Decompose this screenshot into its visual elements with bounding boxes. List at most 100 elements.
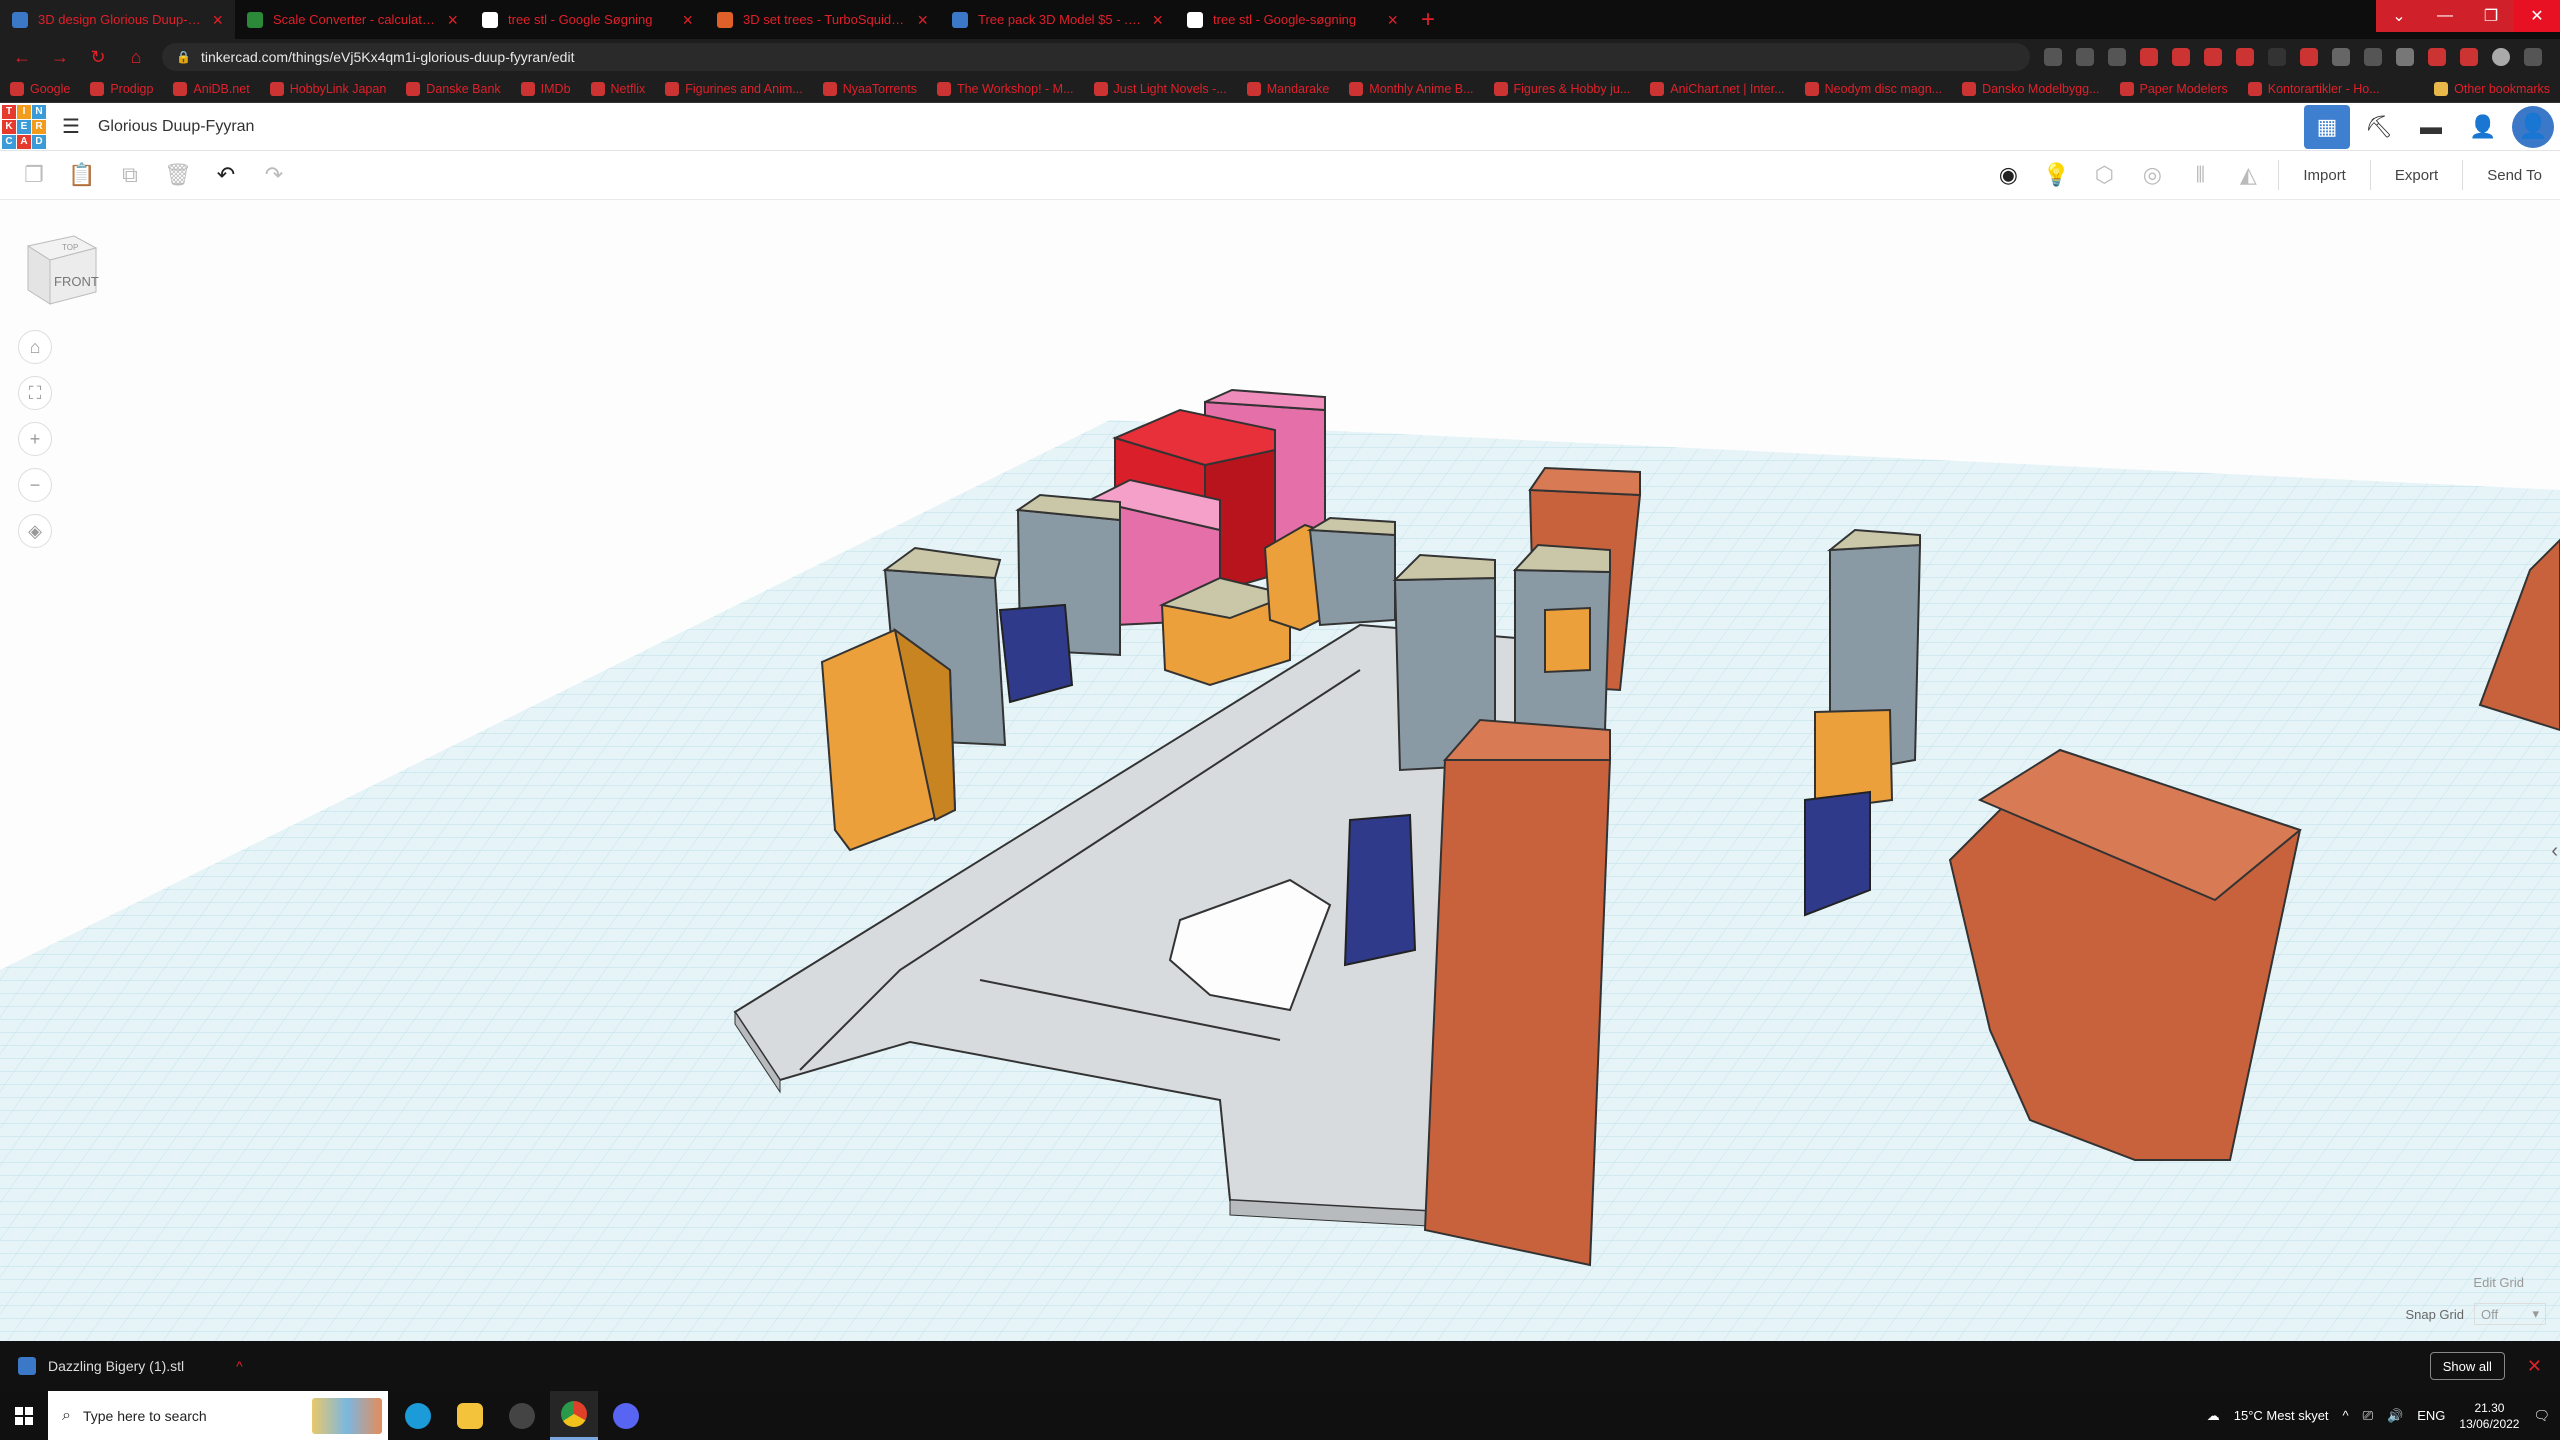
align-icon[interactable]: ⫴ [2176,155,2224,195]
other-bookmarks-folder[interactable]: Other bookmarks [2434,81,2550,96]
install-icon[interactable] [2044,48,2062,66]
tray-chevron-icon[interactable]: ^ [2343,1408,2349,1423]
close-tab-icon[interactable]: × [917,11,928,29]
navy-building[interactable] [1343,813,1417,967]
discord-icon[interactable] [602,1391,650,1440]
browser-tab[interactable]: 3D design Glorious Duup-Fyyran × [0,0,235,39]
bookmark-item[interactable]: Monthly Anime B... [1349,81,1474,96]
bookmark-item[interactable]: Figurines and Anim... [665,81,803,96]
close-window-button[interactable]: ✕ [2514,0,2560,32]
extension-icon[interactable] [2140,48,2158,66]
3d-scene[interactable] [0,200,2560,1341]
reload-button[interactable]: ↻ [86,47,110,68]
mirror-icon[interactable]: ◭ [2224,155,2272,195]
back-button[interactable]: ← [10,47,34,68]
browser-tab[interactable]: tree stl - Google Søgning × [470,0,705,39]
star-icon[interactable] [2108,48,2126,66]
grid-view-icon[interactable]: ▦ [2304,104,2350,149]
edge-icon[interactable] [394,1391,442,1440]
sidebar-icon[interactable] [2460,48,2478,66]
bookmark-item[interactable]: HobbyLink Japan [269,81,386,96]
bookmark-item[interactable]: Neodym disc magn... [1804,81,1942,96]
browser-tab[interactable]: Scale Converter - calculate the ... × [235,0,470,39]
network-icon[interactable]: ⎚ [2363,1408,2373,1424]
share-icon[interactable] [2076,48,2094,66]
bookmark-item[interactable]: Paper Modelers [2119,81,2228,96]
undo-icon[interactable]: ↶ [202,155,250,195]
file-explorer-icon[interactable] [446,1391,494,1440]
design-menu-icon[interactable]: ☰ [62,114,80,139]
import-button[interactable]: Import [2285,155,2364,195]
close-tab-icon[interactable]: × [447,11,458,29]
volume-icon[interactable]: 🔊 [2387,1408,2403,1424]
address-bar[interactable]: 🔒 tinkercad.com/things/eVj5Kx4qm1i-glori… [162,43,2030,71]
browser-tab[interactable]: 3D set trees - TurboSquid 14937... × [705,0,940,39]
notifications-icon[interactable]: 🗨 [2533,1408,2550,1424]
extension-icon[interactable] [2236,48,2254,66]
copy-icon[interactable]: ❐ [10,155,58,195]
close-tab-icon[interactable]: × [212,11,223,29]
browser-tab[interactable]: Tree pack 3D Model $5 - .blend ... × [940,0,1175,39]
delete-icon[interactable]: 🗑 [154,155,202,195]
weather-text[interactable]: 15°C Mest skyet [2234,1408,2329,1423]
panel-collapse-chevron-icon[interactable]: ‹ [2551,840,2558,863]
extension-icon[interactable] [2332,48,2350,66]
home-button[interactable]: ⌂ [124,47,148,68]
bookmark-item[interactable]: Figures & Hobby ju... [1493,81,1630,96]
bookmark-item[interactable]: Netflix [590,81,645,96]
extension-icon[interactable] [2204,48,2222,66]
bookmark-item[interactable]: Google [10,81,70,96]
bookmark-item[interactable]: Mandarake [1246,81,1329,96]
blocks-pickaxe-icon[interactable]: ⛏ [2356,105,2402,149]
extension-icon[interactable] [2268,48,2286,66]
paste-icon[interactable]: 📋 [58,155,106,195]
language-indicator[interactable]: ENG [2417,1408,2445,1423]
bookmark-item[interactable]: AniDB.net [173,81,250,96]
grey-building[interactable] [1306,516,1396,627]
new-tab-button[interactable]: + [1410,0,1446,39]
close-icon[interactable]: ✕ [2527,1356,2542,1377]
camera-view-icon[interactable]: ◉ [1984,155,2032,195]
large-orange-red-building[interactable] [1423,718,1612,1267]
export-button[interactable]: Export [2377,155,2456,195]
forward-button[interactable]: → [48,47,72,68]
group-icon[interactable]: ◎ [2128,155,2176,195]
perspective-icon[interactable]: ◈ [18,514,52,548]
bookmark-item[interactable]: Kontorartikler - Ho... [2247,81,2380,96]
fit-view-icon[interactable]: ⛶ [18,376,52,410]
view-cube[interactable]: TOP FRONT [22,226,100,306]
send-to-button[interactable]: Send To [2469,155,2560,195]
steam-icon[interactable] [498,1391,546,1440]
zoom-out-icon[interactable]: − [18,468,52,502]
bookmark-item[interactable]: IMDb [520,81,571,96]
extension-icon[interactable] [2300,48,2318,66]
chevron-up-icon[interactable]: ^ [236,1358,243,1374]
bookmark-item[interactable]: Just Light Novels -... [1093,81,1227,96]
restore-button[interactable]: ❐ [2468,0,2514,32]
start-button[interactable] [0,1391,48,1440]
extension-icon[interactable] [2364,48,2382,66]
edit-grid-button[interactable]: Edit Grid [2473,1275,2524,1290]
clock[interactable]: 21.30 13/06/2022 [2459,1400,2519,1432]
duplicate-icon[interactable]: ⧉ [106,155,154,195]
bricks-icon[interactable]: ▬ [2408,105,2454,149]
taskbar-search[interactable]: ⌕ Type here to search [48,1391,388,1440]
bookmark-item[interactable]: The Workshop! - M... [937,81,1074,96]
minimize-button[interactable]: — [2422,0,2468,32]
shape-icon[interactable]: ⬡ [2080,155,2128,195]
close-tab-icon[interactable]: × [1387,11,1398,29]
browser-tab[interactable]: tree stl - Google-søgning × [1175,0,1410,39]
home-view-icon[interactable]: ⌂ [18,330,52,364]
bookmark-item[interactable]: AniChart.net | Inter... [1650,81,1785,96]
bookmark-item[interactable]: Dansko Modelbygg... [1962,81,2100,96]
snap-grid-select[interactable]: Off ▾ [2474,1303,2546,1325]
redo-icon[interactable]: ↷ [250,155,298,195]
bookmark-item[interactable]: Danske Bank [406,81,501,96]
extension-icon[interactable] [2172,48,2190,66]
light-bulb-icon[interactable]: 💡 [2032,155,2080,195]
add-user-icon[interactable]: 👤 [2460,105,2506,149]
tinkercad-logo[interactable]: TIN KER CAD [2,104,46,149]
bookmark-item[interactable]: NyaaTorrents [822,81,917,96]
show-all-button[interactable]: Show all [2429,1352,2505,1380]
3d-workspace[interactable]: TOP FRONT ⌂ ⛶ + − ◈ ‹ Edit Grid Snap Gri… [0,200,2560,1341]
